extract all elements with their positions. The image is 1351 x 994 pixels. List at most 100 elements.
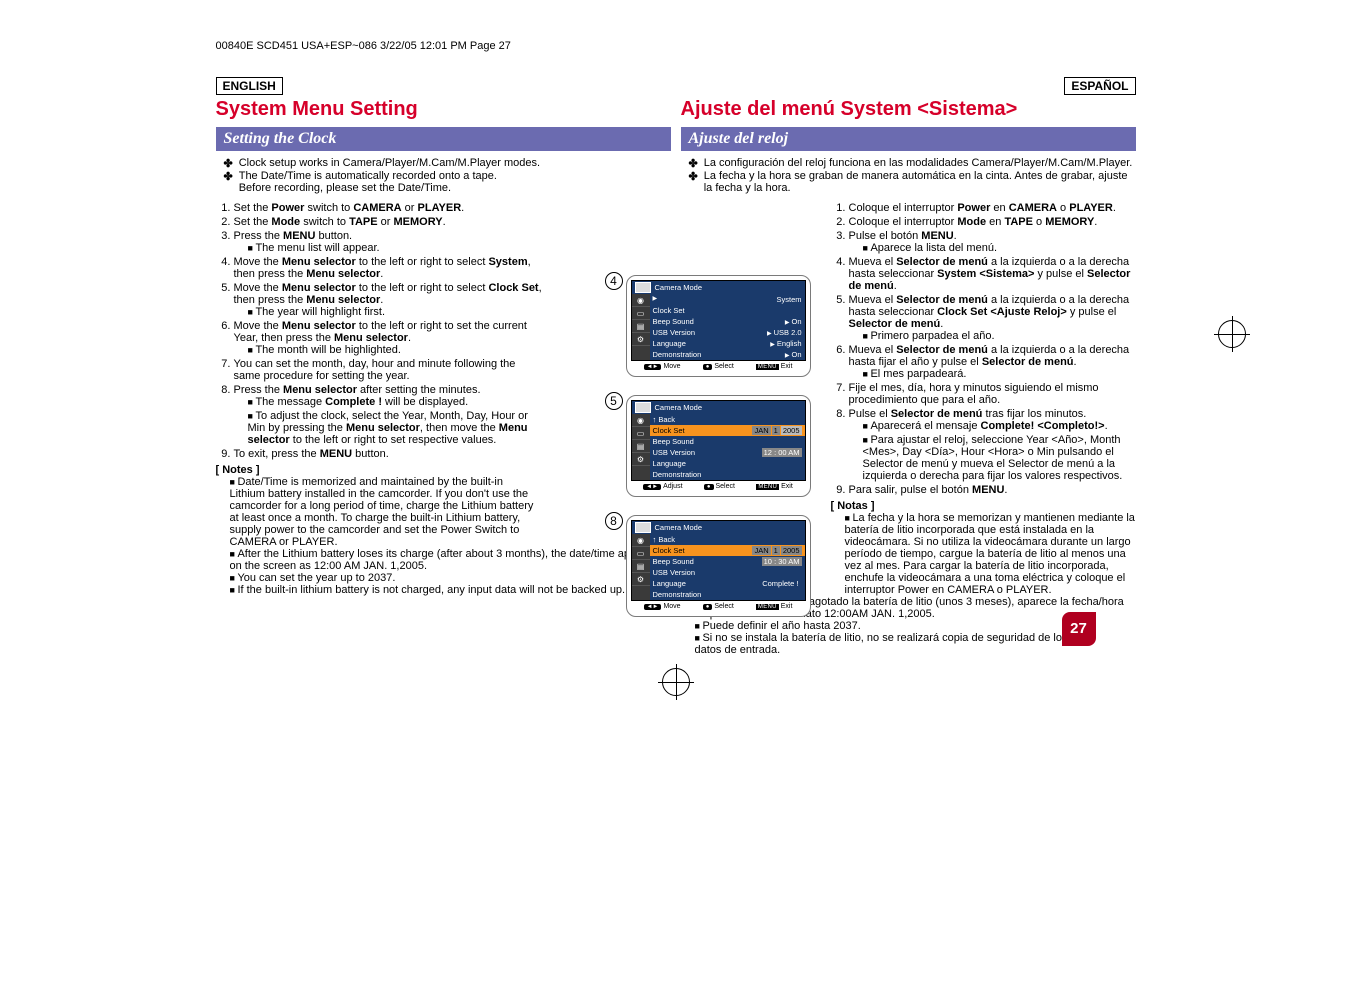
- lcd-title: Camera Mode: [632, 401, 805, 414]
- substep: Para ajustar el reloj, seleccione Year <…: [863, 434, 1136, 482]
- joystick-icon: ◄►: [644, 364, 662, 370]
- lang-label-en: ENGLISH: [216, 77, 283, 95]
- lcd-figure-4: 4 Camera Mode ◉ ▭ ▤ ⚙ System Clock Set B…: [626, 275, 811, 377]
- lcd-title: Camera Mode: [632, 281, 805, 294]
- menu-lang: LanguageComplete !: [650, 578, 805, 589]
- menu-usb: USB Version12 : 00 AM: [650, 447, 805, 458]
- step: Set the Power switch to CAMERA or PLAYER…: [234, 202, 544, 214]
- notes-en: Date/Time is memorized and maintained by…: [230, 476, 671, 596]
- lcd-figure-8: 8 Camera Mode ◉ ▭ ▤ ⚙ ↑ Back Clock Set J…: [626, 515, 811, 617]
- joystick-icon: ◄►: [643, 484, 661, 490]
- note: You can set the year up to 2037.: [230, 572, 671, 584]
- gear-icon: ⚙: [632, 333, 650, 346]
- lcd-footer: ◄►Adjust ●Select MENU Exit: [631, 481, 806, 492]
- menu-clockset-selected: Clock Set JAN12005: [650, 425, 805, 436]
- step: You can set the month, day, hour and min…: [234, 358, 544, 382]
- intro-text: La fecha y la hora se graban de manera a…: [704, 170, 1136, 194]
- menu-lang: LanguageEnglish: [650, 338, 805, 349]
- note: Date/Time is memorized and maintained by…: [230, 476, 540, 548]
- note: If the built-in lithium battery is not c…: [230, 584, 671, 596]
- gear-icon: ⚙: [632, 573, 650, 586]
- camera-icon: ◉: [632, 294, 650, 307]
- note: After the Lithium battery loses its char…: [230, 548, 671, 572]
- step: Move the Menu selector to the left or ri…: [234, 282, 544, 318]
- intro-text: La configuración del reloj funciona en l…: [704, 157, 1133, 170]
- step: To exit, press the MENU button.: [234, 448, 544, 460]
- menu-beep: Beep Sound10 : 30 AM: [650, 556, 805, 567]
- lang-label-es: ESPAÑOL: [1064, 77, 1135, 95]
- substep: Aparecerá el mensaje Complete! <Completo…: [863, 420, 1136, 432]
- display-icon: ▤: [632, 560, 650, 573]
- step: Set the Mode switch to TAPE or MEMORY.: [234, 216, 544, 228]
- lcd-figure-5: 5 Camera Mode ◉ ▭ ▤ ⚙ ↑ Back Clock Set J…: [626, 395, 811, 497]
- substep: El mes parpadeará.: [863, 368, 1136, 380]
- intro-text: The Date/Time is automatically recorded …: [239, 170, 497, 194]
- display-icon: ▤: [632, 320, 650, 333]
- english-column: ENGLISH System Menu Setting Setting the …: [216, 77, 671, 656]
- step: Pulse el botón MENU. Aparece la lista de…: [849, 230, 1136, 254]
- joystick-icon: ●: [703, 364, 713, 370]
- lcd-figures: 4 Camera Mode ◉ ▭ ▤ ⚙ System Clock Set B…: [626, 275, 811, 635]
- lcd-icon-strip: ◉ ▭ ▤ ⚙: [632, 294, 650, 360]
- menu-beep: Beep Sound: [650, 436, 805, 447]
- substep: The menu list will appear.: [248, 242, 544, 254]
- menu-lang: Language: [650, 458, 805, 469]
- menu-clockset: Clock Set: [650, 305, 805, 316]
- menu-system: System: [650, 294, 805, 305]
- menu-demo: DemonstrationOn: [650, 349, 805, 360]
- tape-icon: ▭: [632, 547, 650, 560]
- menu-key-icon: MENU: [756, 604, 779, 610]
- registration-mark-icon: [662, 668, 690, 696]
- page-number-badge: 27: [1062, 612, 1096, 646]
- bullet-icon: ✤: [224, 157, 233, 170]
- figure-number: 8: [605, 512, 623, 530]
- note: La fecha y la hora se memorizan y mantie…: [845, 512, 1136, 596]
- substep: The message Complete ! will be displayed…: [248, 396, 544, 408]
- step: Press the MENU button. The menu list wil…: [234, 230, 544, 254]
- bullet-icon: ✤: [224, 170, 233, 194]
- step: Coloque el interruptor Power en CAMERA o…: [849, 202, 1136, 214]
- menu-key-icon: MENU: [756, 364, 779, 370]
- lcd-title: Camera Mode: [632, 521, 805, 534]
- menu-usb: USB VersionUSB 2.0: [650, 327, 805, 338]
- tape-icon: ▭: [632, 307, 650, 320]
- file-header: 00840E SCD451 USA+ESP~086 3/22/05 12:01 …: [216, 40, 1136, 52]
- step: Fije el mes, día, hora y minutos siguien…: [849, 382, 1136, 406]
- notes-label: [ Notes ]: [216, 464, 671, 476]
- joystick-icon: ◄►: [644, 604, 662, 610]
- camera-icon: ◉: [632, 414, 650, 427]
- step: Mueva el Selector de menú a la izquierda…: [849, 256, 1136, 292]
- menu-usb: USB Version: [650, 567, 805, 578]
- lcd-icon-strip: ◉ ▭ ▤ ⚙: [632, 414, 650, 480]
- figure-number: 5: [605, 392, 623, 410]
- joystick-icon: ●: [703, 604, 713, 610]
- menu-beep: Beep SoundOn: [650, 316, 805, 327]
- title-en: System Menu Setting: [216, 98, 671, 121]
- registration-mark-icon: [1218, 320, 1246, 348]
- step: Mueva el Selector de menú a la izquierda…: [849, 294, 1136, 342]
- figure-number: 4: [605, 272, 623, 290]
- substep: The month will be highlighted.: [248, 344, 544, 356]
- step: Para salir, pulse el botón MENU.: [849, 484, 1136, 496]
- title-es: Ajuste del menú System <Sistema>: [681, 98, 1136, 121]
- menu-back: ↑ Back: [650, 414, 805, 425]
- menu-back: ↑ Back: [650, 534, 805, 545]
- intro-text: Clock setup works in Camera/Player/M.Cam…: [239, 157, 540, 170]
- menu-demo: Demonstration: [650, 589, 805, 600]
- substep: Primero parpadea el año.: [863, 330, 1136, 342]
- menu-demo: Demonstration: [650, 469, 805, 480]
- substep: To adjust the clock, select the Year, Mo…: [248, 410, 544, 446]
- display-icon: ▤: [632, 440, 650, 453]
- section-es: Ajuste del reloj: [681, 127, 1136, 151]
- lcd-footer: ◄►Move ●Select MENU Exit: [631, 361, 806, 372]
- step: Mueva el Selector de menú a la izquierda…: [849, 344, 1136, 380]
- section-en: Setting the Clock: [216, 127, 671, 151]
- camera-icon: ◉: [632, 534, 650, 547]
- menu-key-icon: MENU: [756, 484, 779, 490]
- steps-en: Set the Power switch to CAMERA or PLAYER…: [234, 202, 544, 460]
- substep: The year will highlight first.: [248, 306, 544, 318]
- step: Pulse el Selector de menú tras fijar los…: [849, 408, 1136, 482]
- substep: Aparece la lista del menú.: [863, 242, 1136, 254]
- gear-icon: ⚙: [632, 453, 650, 466]
- step: Move the Menu selector to the left or ri…: [234, 320, 544, 356]
